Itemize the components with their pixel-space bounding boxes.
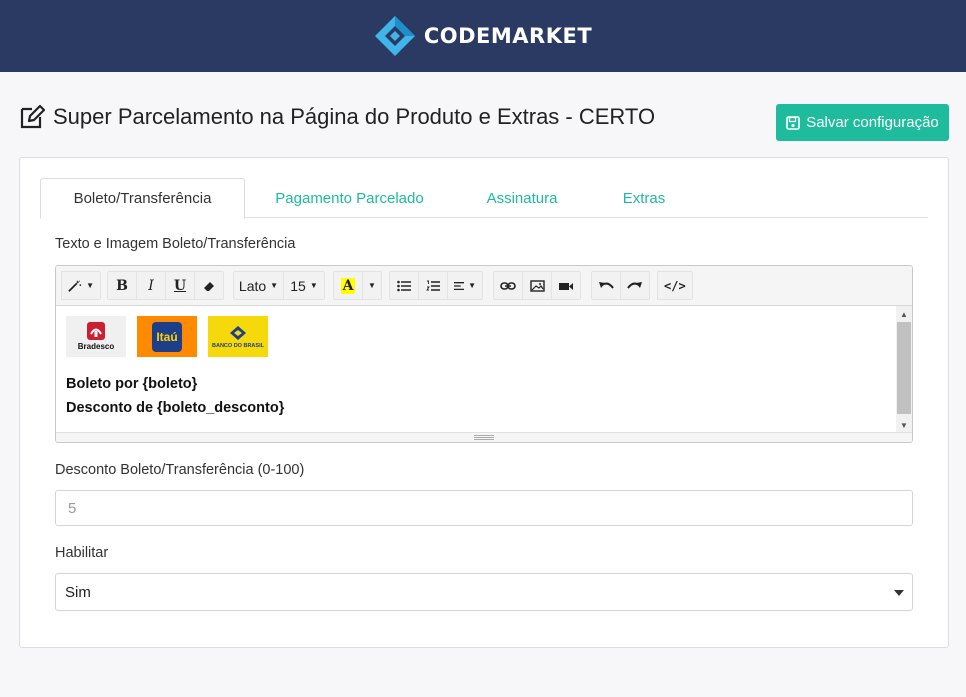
tab-assinatura[interactable]: Assinatura — [460, 178, 584, 218]
undo-icon — [599, 281, 614, 289]
code-view-icon: </> — [664, 278, 686, 293]
editor-resize-bar[interactable] — [56, 432, 912, 442]
enable-select[interactable]: Sim — [55, 573, 913, 611]
italic-icon: I — [148, 277, 154, 294]
link-icon — [500, 281, 516, 290]
itau-label: Itaú — [156, 329, 178, 344]
clear-format-button[interactable] — [194, 271, 224, 300]
unordered-list-icon — [397, 280, 411, 291]
editor-label: Texto e Imagem Boleto/Transferência — [55, 236, 296, 252]
chevron-down-icon: ▼ — [368, 281, 376, 290]
discount-input[interactable] — [55, 490, 913, 526]
redo-button[interactable] — [620, 271, 650, 300]
font-size-value: 15 — [290, 277, 306, 294]
page-title-text: Super Parcelamento na Página do Produto … — [53, 104, 656, 129]
save-icon — [786, 115, 801, 130]
underline-button[interactable]: U — [165, 271, 195, 300]
banco-do-brasil-mark-icon — [229, 325, 246, 340]
content-line-desconto: Desconto de {boleto_desconto} — [66, 400, 285, 416]
picture-icon — [529, 279, 545, 292]
banco-do-brasil-logo: BANCO DO BRASIL — [208, 316, 268, 357]
font-name-value: Lato — [238, 277, 267, 294]
brand-name: CODEMARKET — [423, 24, 593, 48]
redo-icon — [627, 281, 642, 289]
top-header: CODEMARKET — [0, 0, 966, 72]
content-line-boleto: Boleto por {boleto} — [66, 376, 198, 392]
magic-style-button[interactable]: ▼ — [61, 271, 101, 300]
insert-picture-button[interactable] — [522, 271, 552, 300]
insert-video-button[interactable] — [551, 271, 581, 300]
paragraph-align-dropdown[interactable]: ▼ — [447, 271, 483, 300]
tab-bar: Boleto/Transferência Pagamento Parcelado… — [40, 178, 928, 219]
save-button-label: Salvar configuração — [806, 114, 939, 131]
bradesco-mark-icon — [87, 322, 105, 340]
font-size-dropdown[interactable]: 15 ▼ — [283, 271, 325, 300]
bradesco-label: Bradesco — [77, 342, 115, 351]
bold-icon: B — [116, 277, 128, 294]
chevron-down-icon: ▼ — [86, 281, 94, 290]
ordered-list-icon — [426, 280, 440, 291]
itau-logo: Itaú — [137, 316, 197, 357]
codemarket-logo-icon — [374, 16, 415, 56]
chevron-down-icon — [894, 590, 904, 596]
scroll-down-icon[interactable]: ▼ — [896, 418, 912, 432]
resize-grip-icon[interactable] — [474, 435, 494, 440]
rich-text-editor: ▼ B I U Lato ▼ 15 ▼ A ▼ ▼ </> Bradesco I… — [55, 265, 913, 443]
tab-pagamento-parcelado[interactable]: Pagamento Parcelado — [252, 178, 447, 218]
edit-icon — [20, 104, 45, 129]
ordered-list-button[interactable] — [418, 271, 448, 300]
enable-label: Habilitar — [55, 545, 109, 561]
underline-icon: U — [173, 277, 187, 294]
save-config-button[interactable]: Salvar configuração — [776, 104, 949, 141]
font-color-icon: A — [340, 277, 356, 294]
page-title: Super Parcelamento na Página do Produto … — [19, 104, 655, 130]
editor-toolbar: ▼ B I U Lato ▼ 15 ▼ A ▼ ▼ </> — [56, 266, 912, 306]
chevron-down-icon: ▼ — [309, 281, 318, 290]
settings-panel: Boleto/Transferência Pagamento Parcelado… — [19, 157, 949, 648]
font-color-dropdown[interactable]: ▼ — [362, 271, 382, 300]
tab-extras[interactable]: Extras — [596, 178, 692, 218]
undo-button[interactable] — [591, 271, 621, 300]
banco-do-brasil-label: BANCO DO BRASIL — [212, 342, 264, 349]
code-view-button[interactable]: </> — [657, 271, 693, 300]
magic-icon — [68, 280, 82, 292]
video-icon — [559, 282, 573, 290]
chevron-down-icon: ▼ — [270, 281, 279, 290]
editor-content[interactable]: Bradesco Itaú BANCO DO BRASIL Boleto por… — [56, 306, 896, 433]
bradesco-logo: Bradesco — [66, 316, 126, 357]
enable-select-value: Sim — [65, 583, 91, 601]
brand-logo[interactable]: CODEMARKET — [374, 15, 592, 57]
eraser-icon — [204, 281, 214, 291]
tab-boleto[interactable]: Boleto/Transferência — [40, 178, 245, 219]
discount-label: Desconto Boleto/Transferência (0-100) — [55, 462, 305, 478]
chevron-down-icon: ▼ — [468, 281, 476, 290]
unordered-list-button[interactable] — [389, 271, 419, 300]
scrollbar-thumb[interactable] — [897, 322, 911, 414]
editor-scrollbar[interactable]: ▲ ▼ — [896, 306, 912, 433]
italic-button[interactable]: I — [136, 271, 166, 300]
paragraph-align-icon — [454, 281, 465, 290]
bold-button[interactable]: B — [107, 271, 137, 300]
font-name-dropdown[interactable]: Lato ▼ — [233, 271, 284, 300]
insert-link-button[interactable] — [493, 271, 523, 300]
scroll-up-icon[interactable]: ▲ — [896, 307, 912, 321]
font-color-button[interactable]: A — [333, 271, 363, 300]
